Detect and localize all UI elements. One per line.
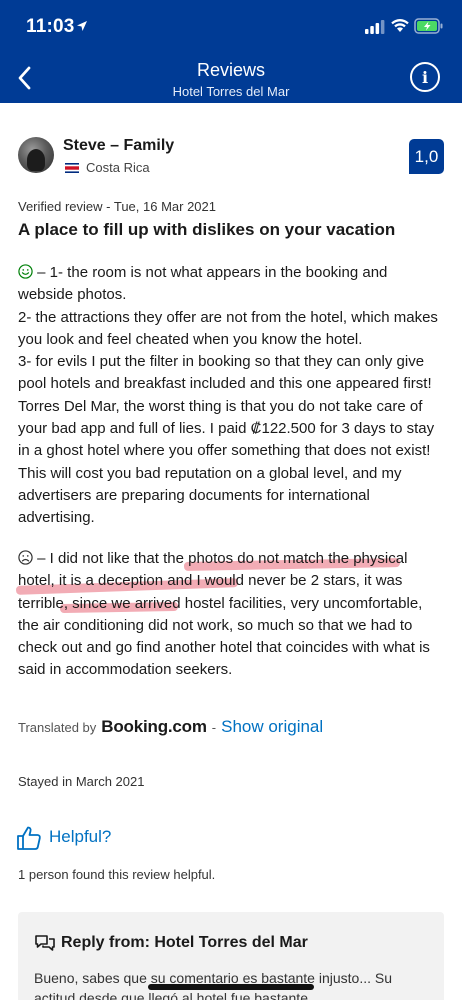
booking-logo: Booking.com [101,717,207,736]
helpful-button[interactable]: Helpful? [49,827,111,847]
stayed-date: Stayed in March 2021 [18,774,145,789]
home-indicator[interactable] [148,984,314,990]
page-subtitle: Hotel Torres del Mar [172,84,290,99]
negative-text: – I did not like that the photos do not … [18,550,430,679]
smile-icon [18,264,33,279]
info-button[interactable]: i [410,62,440,92]
thumbs-up-icon[interactable] [16,825,42,851]
frown-icon [18,550,33,565]
reviewer-country: Costa Rica [86,160,150,175]
reviewer-name: Steve – Family [63,137,175,154]
wifi-icon [391,19,409,32]
signal-icon [365,20,385,34]
reply-title: Reply from: Hotel Torres del Mar [61,934,308,951]
translated-by-label: Translated by [18,720,97,735]
review-negative-text: – I did not like that the photos do not … [18,548,446,682]
status-bar: 11:03 [0,0,462,54]
verified-review-date: Verified review - Tue, 16 Mar 2021 [18,199,216,214]
status-time: 11:03 [26,16,75,37]
info-icon: i [421,67,429,87]
positive-text: – 1- the room is not what appears in the… [18,264,438,527]
review-score-badge: 1,0 [409,139,444,174]
chat-bubbles-icon [35,935,55,951]
location-arrow-icon [77,21,87,31]
avatar [18,137,54,173]
page-title: Reviews [196,60,266,80]
helpful-count: 1 person found this review helpful. [18,867,216,882]
translation-note: Translated by Booking.com - Show origina… [18,717,323,737]
review-positive-text: – 1- the room is not what appears in the… [18,262,446,530]
review-title: A place to fill up with dislikes on your… [18,220,396,239]
battery-icon [414,18,443,34]
show-original-link[interactable]: Show original [221,717,323,737]
translation-separator: - [211,720,217,735]
app-header: 11:03 Reviews Hotel Torres del Mar i [0,0,462,103]
costa-rica-flag-icon [65,163,79,173]
